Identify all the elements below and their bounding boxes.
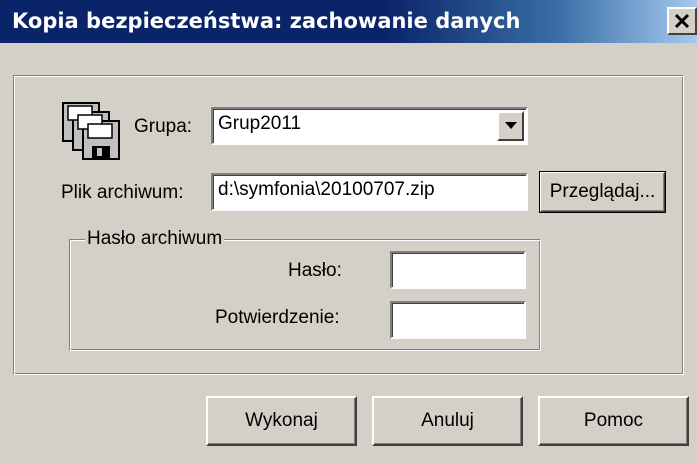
confirm-password-input[interactable] (390, 301, 526, 339)
help-button[interactable]: Pomoc (538, 396, 689, 446)
group-value: Grup2011 (218, 113, 302, 134)
archive-path-value: d:\symfonia\20100707.zip (218, 179, 435, 200)
password-input[interactable] (390, 251, 526, 289)
window-title: Kopia bezpieczeństwa: zachowanie danych (12, 9, 521, 33)
browse-button[interactable]: Przeglądaj... (539, 171, 666, 213)
title-bar[interactable]: Kopia bezpieczeństwa: zachowanie danych (0, 0, 697, 43)
floppy-disks-icon (62, 102, 120, 160)
password-label: Hasło: (288, 260, 342, 281)
close-icon (674, 13, 690, 29)
group-label: Grupa: (134, 116, 193, 137)
confirm-label: Potwierdzenie: (215, 307, 340, 328)
combo-dropdown-button[interactable] (497, 111, 524, 141)
chevron-down-icon (504, 122, 517, 129)
password-group-legend: Hasło archiwum (85, 228, 225, 250)
archive-label: Plik archiwum: (61, 182, 184, 203)
cancel-button[interactable]: Anuluj (372, 396, 523, 446)
close-button[interactable] (667, 7, 697, 35)
archive-path-input[interactable]: d:\symfonia\20100707.zip (211, 173, 528, 211)
execute-button[interactable]: Wykonaj (206, 396, 357, 446)
group-combobox[interactable]: Grup2011 (211, 107, 528, 145)
